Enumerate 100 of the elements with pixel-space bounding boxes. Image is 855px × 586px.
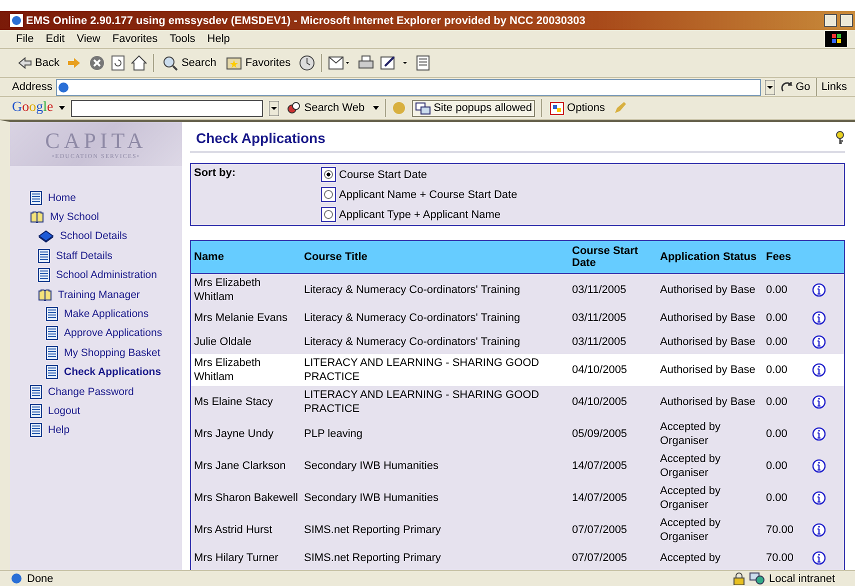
table-cell-text: 04/10/2005 [572, 395, 628, 409]
table-cell-text: Accepted by Organiser [660, 516, 722, 544]
search-button[interactable]: Search [160, 54, 218, 72]
table-cell-text: 0.00 [766, 311, 788, 325]
nav-link[interactable]: Staff Details [56, 250, 112, 262]
favorites-button[interactable]: Favorites [224, 55, 293, 71]
table-cell-text: SIMS.net Reporting Primary [304, 523, 442, 537]
nav-link[interactable]: Logout [48, 404, 80, 417]
edit-icon[interactable] [380, 55, 410, 71]
table-cell-text: 70.00 [766, 551, 795, 565]
dropdown-arrow-icon[interactable] [269, 100, 280, 116]
table-cell-text: 0.00 [766, 335, 788, 349]
table-cell-text: Literacy & Numeracy Co-ordinators' Training [304, 335, 522, 349]
info-icon[interactable] [812, 363, 826, 377]
refresh-icon[interactable] [111, 55, 126, 71]
table-cell-text: Ms Elaine Stacy [194, 395, 274, 409]
table-cell-text: 14/07/2005 [572, 459, 628, 473]
menu-item[interactable]: Favorites [112, 33, 158, 45]
radio-button[interactable] [324, 210, 333, 219]
maximize-button[interactable] [840, 14, 853, 27]
info-icon[interactable] [812, 311, 826, 325]
logo-name: CAPITA [45, 128, 147, 154]
table-cell-text: Accepted by [660, 551, 722, 565]
table-cell-text: Accepted by Organiser [660, 420, 722, 448]
table-cell-text: Authorised by Base [660, 363, 756, 377]
nav-link[interactable]: Approve Applications [64, 327, 162, 340]
info-icon[interactable] [812, 427, 826, 441]
table-cell-text: 05/09/2005 [572, 427, 628, 441]
table-cell-text: Secondary IWB Humanities [304, 491, 440, 505]
clock-icon[interactable] [298, 55, 315, 71]
table-cell-text: Secondary IWB Humanities [304, 459, 440, 473]
table-cell-text: Mrs Elizabeth Whitlam [194, 276, 262, 304]
radio-button[interactable] [324, 170, 333, 179]
menu-item[interactable]: View [76, 33, 100, 45]
nav-link[interactable]: School Administration [56, 269, 157, 282]
nav-link[interactable]: School Details [60, 230, 128, 242]
table-cell-text: 70.00 [766, 523, 795, 537]
info-icon[interactable] [812, 459, 826, 473]
open-book-icon [38, 288, 52, 301]
table-cell-text: Authorised by Base [660, 395, 756, 409]
minimize-button[interactable] [824, 14, 837, 27]
print-icon[interactable] [358, 55, 374, 71]
nav-link[interactable]: Help [48, 424, 70, 436]
info-icon[interactable] [812, 395, 826, 409]
nav-link[interactable]: Training Manager [58, 288, 140, 301]
google-logo[interactable]: Google [12, 100, 54, 116]
menu-item[interactable]: Tools [170, 33, 196, 45]
radio-button[interactable] [324, 190, 333, 199]
info-icon[interactable] [812, 335, 826, 349]
nav-link[interactable]: Check Applications [64, 366, 162, 378]
go-button[interactable]: Go [778, 80, 812, 94]
popups-button[interactable]: Site popups allowed [412, 100, 536, 116]
stop-icon[interactable] [89, 55, 106, 71]
mail-icon[interactable] [328, 55, 352, 71]
home-icon[interactable] [131, 55, 148, 71]
options-button[interactable]: Options [548, 100, 607, 116]
back-button[interactable]: Back [16, 56, 62, 70]
caret-icon[interactable] [59, 106, 66, 110]
star-folder-icon [226, 56, 242, 70]
sort-label: Sort by: [194, 167, 237, 181]
nav-link[interactable]: Home [48, 192, 76, 204]
nav-link[interactable]: My Shopping Basket [64, 346, 160, 359]
info-icon[interactable] [812, 283, 826, 297]
menu-item[interactable]: Help [207, 33, 230, 45]
table-cell: Mrs Sharon Bakewell [194, 491, 298, 505]
page-icon [57, 80, 70, 94]
page-icon [46, 346, 58, 360]
info-icon[interactable] [812, 523, 826, 537]
info-icon[interactable] [812, 491, 826, 505]
nav-link[interactable]: My School [50, 211, 100, 224]
table-cell-text: Authorised by Base [660, 283, 756, 297]
address-field[interactable] [56, 78, 761, 96]
links-button[interactable]: Links [821, 81, 847, 93]
page-icon [38, 268, 50, 282]
go-arrow-icon [780, 81, 793, 93]
table-cell-text: LITERACY AND LEARNING - SHARING GOOD PRACTICE [304, 356, 540, 384]
search-web-button[interactable]: Search Web [285, 100, 367, 116]
option-label: Course Start Date [339, 168, 428, 180]
menu-item[interactable]: Edit [46, 33, 65, 45]
back-arrow-icon [18, 57, 32, 69]
nav-link[interactable]: Make Applications [64, 308, 149, 320]
dropdown-arrow-icon[interactable] [764, 80, 775, 94]
search-field[interactable] [71, 100, 264, 116]
column-header: Application Status [660, 251, 758, 263]
table-cell-text: SIMS.net Reporting Primary [304, 551, 442, 565]
table-cell-text: Accepted by Organiser [660, 484, 722, 512]
option-label: Applicant Type + Applicant Name [339, 208, 501, 220]
info-icon[interactable] [812, 551, 826, 565]
open-book-icon [30, 211, 44, 224]
nav-link[interactable]: Change Password [48, 386, 134, 398]
table-cell-text: Julie Oldale [194, 335, 252, 349]
caret-icon[interactable] [372, 106, 379, 110]
windows-logo-icon [825, 31, 847, 47]
menu-item[interactable]: File [16, 33, 34, 45]
page-icon [46, 326, 58, 340]
network-icon [748, 572, 765, 585]
key-icon[interactable] [835, 130, 845, 144]
table-cell-text: Mrs Jane Clarkson [194, 459, 287, 473]
document-icon[interactable] [416, 55, 430, 71]
table-cell-text: Mrs Jayne Undy [194, 427, 274, 441]
